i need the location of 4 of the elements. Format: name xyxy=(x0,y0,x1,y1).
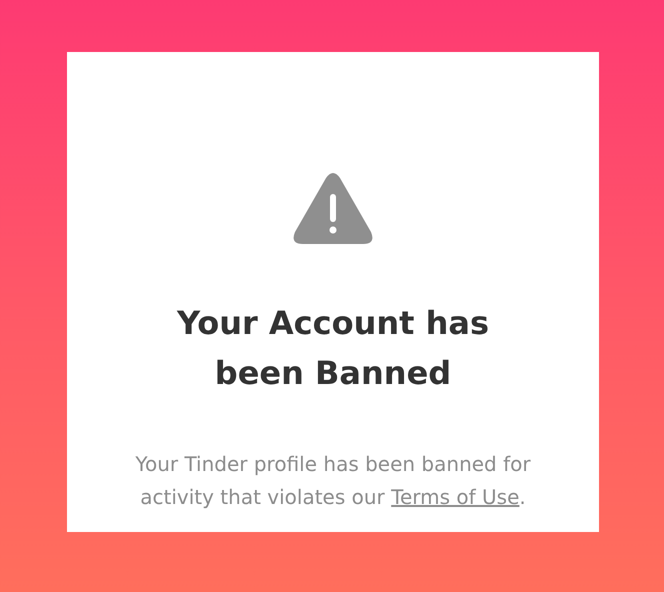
terms-link[interactable]: Terms of Use xyxy=(391,485,520,509)
dialog-title: Your Account has been Banned xyxy=(176,303,490,394)
ban-message: Your Tinder profile has been banned for activity that violates our Terms of Use. xyxy=(134,451,532,511)
warning-icon xyxy=(293,172,373,246)
